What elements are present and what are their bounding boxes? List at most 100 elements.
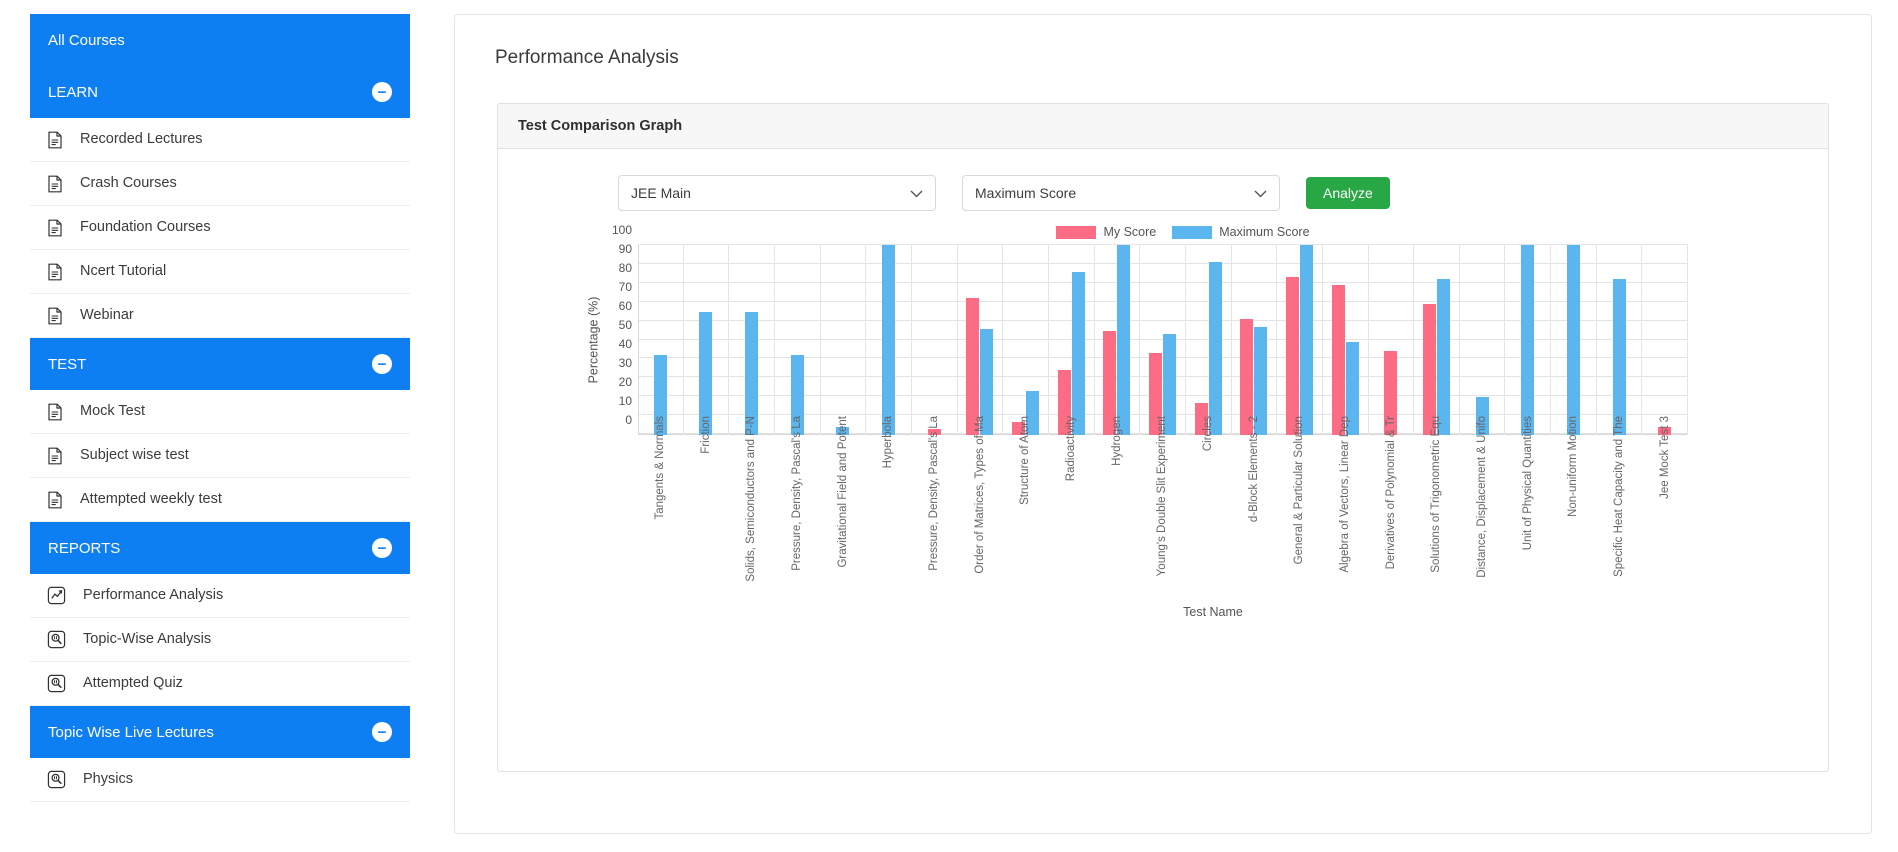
- page-title: Performance Analysis: [495, 47, 679, 68]
- sidebar-item-ncert-tutorial[interactable]: Ncert Tutorial: [30, 250, 410, 294]
- sidebar-section-label: LEARN: [48, 83, 99, 101]
- bar-maximum-score[interactable]: [1071, 271, 1085, 435]
- chevron-down-icon: [910, 187, 923, 200]
- legend-item-maximum-score[interactable]: Maximum Score: [1172, 225, 1310, 239]
- sidebar-item-foundation-courses[interactable]: Foundation Courses: [30, 206, 410, 250]
- x-axis-tick: Tangents & Normals: [638, 416, 684, 596]
- sidebar-item-label: Subject wise test: [80, 447, 189, 464]
- y-axis-tick: 10: [618, 394, 632, 409]
- sidebar-item-attempted-weekly-test[interactable]: Attempted weekly test: [30, 478, 410, 522]
- x-axis-tick: Hyperbola: [866, 416, 912, 596]
- bar-maximum-score[interactable]: [882, 245, 896, 435]
- legend-swatch-maximum-score: [1172, 225, 1213, 239]
- metric-select-value: Maximum Score: [975, 185, 1077, 201]
- sidebar-item-all-courses[interactable]: All Courses: [30, 14, 410, 66]
- sidebar-item-webinar[interactable]: Webinar: [30, 294, 410, 338]
- x-axis-tick-label: Pressure, Density, Pascal's La: [791, 416, 804, 571]
- bar-my-score[interactable]: [1331, 284, 1345, 435]
- test-comparison-panel: Test Comparison Graph JEE Main Maximum S…: [497, 103, 1829, 772]
- metric-select[interactable]: Maximum Score: [962, 175, 1280, 211]
- chevron-down-icon: [1254, 187, 1267, 200]
- bar-maximum-score[interactable]: [1117, 245, 1131, 435]
- exam-select-wrap: JEE Main: [618, 175, 936, 211]
- sidebar-item-attempted-quiz[interactable]: Attempted Quiz: [30, 662, 410, 706]
- sidebar-item-label: Ncert Tutorial: [80, 263, 167, 280]
- main-card: Performance Analysis Test Comparison Gra…: [454, 14, 1872, 834]
- bar-group: [729, 245, 775, 435]
- bar-maximum-score[interactable]: [1612, 279, 1626, 435]
- y-axis-tick: 40: [618, 337, 632, 352]
- bar-group: [1277, 245, 1323, 435]
- x-axis-tick: General & Particular Solution: [1277, 416, 1323, 596]
- legend-swatch-my-score: [1056, 225, 1097, 239]
- sidebar-item-subject-wise-test[interactable]: Subject wise test: [30, 434, 410, 478]
- panel-title: Test Comparison Graph: [498, 104, 1828, 149]
- bar-group: [1460, 245, 1506, 435]
- sidebar-item-label: Attempted weekly test: [80, 491, 222, 508]
- sidebar-item-topic-wise-analysis[interactable]: Topic-Wise Analysis: [30, 618, 410, 662]
- sidebar-item-mock-test[interactable]: Mock Test: [30, 390, 410, 434]
- sidebar-item-recorded-lectures[interactable]: Recorded Lectures: [30, 118, 410, 162]
- x-axis-tick: Gravitational Field and Potent: [821, 416, 867, 596]
- collapse-toggle-icon[interactable]: −: [372, 354, 392, 374]
- sidebar-item-physics[interactable]: Physics: [30, 758, 410, 802]
- collapse-toggle-icon[interactable]: −: [372, 538, 392, 558]
- x-axis-tick: Hydrogen: [1095, 416, 1141, 596]
- x-axis-tick: Pressure, Density, Pascal's La: [775, 416, 821, 596]
- document-icon: [46, 307, 64, 325]
- bar-my-score[interactable]: [1286, 277, 1300, 435]
- document-icon: [46, 447, 64, 465]
- bar-maximum-score[interactable]: [1208, 262, 1222, 435]
- x-axis-tick-label: Friction: [699, 416, 712, 454]
- magnifier-icon: [46, 630, 67, 649]
- sidebar-item-label: Crash Courses: [80, 175, 177, 192]
- sidebar-section-header-learn[interactable]: LEARN −: [30, 66, 410, 118]
- x-axis-tick-labels: Tangents & Normals Friction Solids, Semico…: [638, 416, 1688, 596]
- bar-my-score[interactable]: [966, 298, 980, 435]
- analyze-button[interactable]: Analyze: [1306, 177, 1390, 209]
- bar-group: [866, 245, 912, 435]
- legend-item-my-score[interactable]: My Score: [1056, 225, 1156, 239]
- y-axis-tick: 20: [618, 375, 632, 390]
- bar-maximum-score[interactable]: [1300, 245, 1314, 435]
- chart-controls: JEE Main Maximum Score Analyze: [518, 167, 1808, 211]
- sidebar: All Courses LEARN − Recorded Lectures Crash…: [0, 0, 440, 852]
- x-axis-tick-label: General & Particular Solution: [1293, 416, 1306, 565]
- bar-group: [1642, 245, 1689, 435]
- x-axis-tick: Radioactivity: [1049, 416, 1095, 596]
- collapse-toggle-icon[interactable]: −: [372, 722, 392, 742]
- app-root: All Courses LEARN − Recorded Lectures Crash…: [0, 0, 1898, 852]
- sidebar-item-performance-analysis[interactable]: Performance Analysis: [30, 574, 410, 618]
- bar-group: [1551, 245, 1597, 435]
- bar-maximum-score[interactable]: [1566, 245, 1580, 435]
- y-axis-tick: 60: [618, 299, 632, 314]
- x-axis-tick-label: Unit of Physical Quantities: [1521, 416, 1534, 551]
- x-axis-tick-label: Non-uniform Motion: [1567, 416, 1580, 517]
- bar-group: [1186, 245, 1232, 435]
- x-axis-tick: Non-uniform Motion: [1551, 416, 1597, 596]
- sidebar-item-crash-courses[interactable]: Crash Courses: [30, 162, 410, 206]
- sidebar-section-header-test[interactable]: TEST −: [30, 338, 410, 390]
- magnifier-icon: [46, 674, 67, 693]
- bar-maximum-score[interactable]: [1436, 279, 1450, 435]
- bar-group: [1003, 245, 1049, 435]
- test-comparison-chart: My Score Maximum Score Percentage (%) 0 1…: [518, 223, 1808, 745]
- chart-legend: My Score Maximum Score: [518, 225, 1808, 239]
- sidebar-section-header-reports[interactable]: REPORTS −: [30, 522, 410, 574]
- bar-maximum-score[interactable]: [1521, 245, 1535, 435]
- x-axis-tick: Young's Double Slit Experiment: [1140, 416, 1186, 596]
- bar-group: [1140, 245, 1186, 435]
- sidebar-item-label: Mock Test: [80, 403, 146, 420]
- sidebar-section-header-topic-wise-live-lectures[interactable]: Topic Wise Live Lectures −: [30, 706, 410, 758]
- document-icon: [46, 403, 64, 421]
- collapse-toggle-icon[interactable]: −: [372, 82, 392, 102]
- sidebar-item-label: Topic-Wise Analysis: [83, 631, 212, 648]
- bar-group: [821, 245, 867, 435]
- x-axis-tick-label: Hydrogen: [1110, 416, 1123, 466]
- bar-group: [1414, 245, 1460, 435]
- x-axis-tick-label: Tangents & Normals: [654, 416, 667, 520]
- exam-select[interactable]: JEE Main: [618, 175, 936, 211]
- sidebar-section-label: Topic Wise Live Lectures: [48, 723, 214, 741]
- exam-select-value: JEE Main: [631, 185, 691, 201]
- sidebar-section-label: REPORTS: [48, 539, 121, 557]
